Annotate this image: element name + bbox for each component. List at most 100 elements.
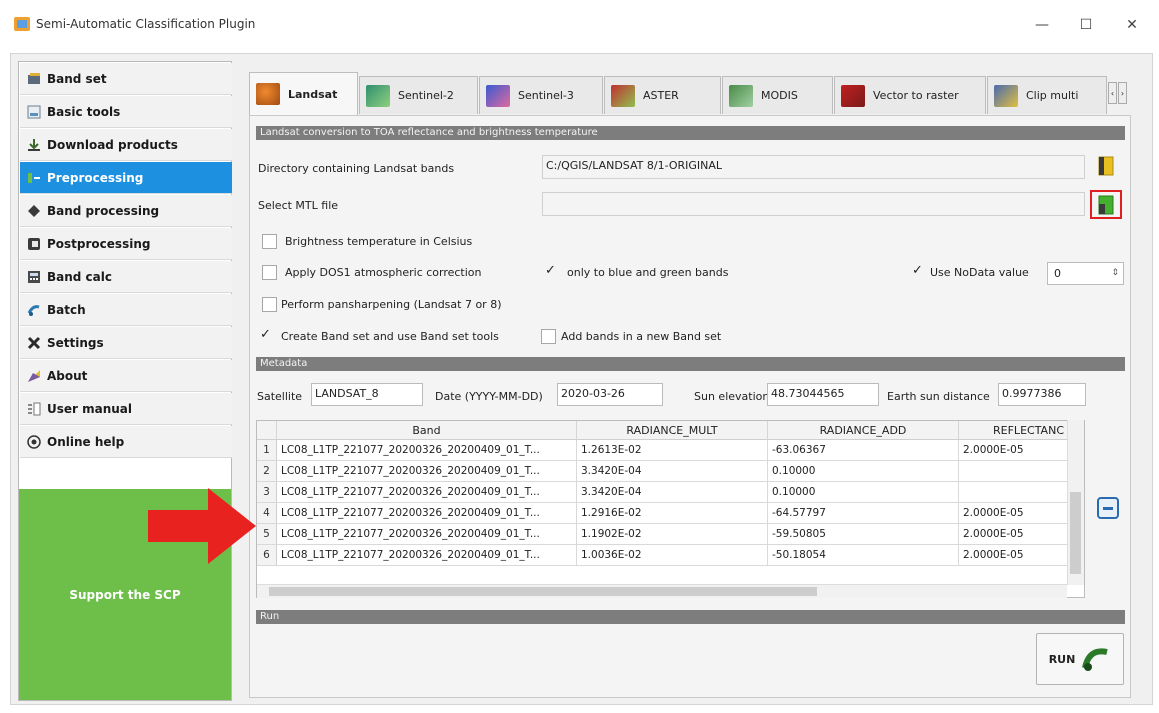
cell-radiance-add[interactable]: 0.10000 xyxy=(768,461,959,481)
cell-radiance-mult[interactable]: 1.2916E-02 xyxy=(577,503,768,523)
cell-reflectance[interactable]: 2.0000E-05 xyxy=(959,545,1069,565)
preprocessing-icon xyxy=(27,171,41,185)
table-row[interactable]: 6 LC08_L1TP_221077_20200326_20200409_01_… xyxy=(257,545,1069,566)
nodata-checkbox[interactable]: ✓ xyxy=(910,264,925,279)
row-number: 5 xyxy=(257,524,277,544)
create-bandset-checkbox[interactable]: ✓ xyxy=(258,328,273,343)
run-button[interactable]: RUN xyxy=(1036,633,1124,685)
close-button[interactable]: ✕ xyxy=(1112,10,1152,40)
modis-icon xyxy=(729,84,753,107)
cell-band[interactable]: LC08_L1TP_221077_20200326_20200409_01_T.… xyxy=(277,545,577,565)
sidebar-item-online-help[interactable]: Online help xyxy=(20,426,232,458)
table-row[interactable]: 4 LC08_L1TP_221077_20200326_20200409_01_… xyxy=(257,503,1069,524)
sidebar-item-band-set[interactable]: Band set xyxy=(20,63,232,95)
cell-radiance-mult[interactable]: 3.3420E-04 xyxy=(577,461,768,481)
open-directory-icon[interactable] xyxy=(1094,154,1118,178)
tab-scroll-right-button[interactable]: › xyxy=(1118,82,1127,104)
cell-reflectance[interactable] xyxy=(959,461,1069,481)
table-corner xyxy=(257,421,277,440)
cell-radiance-add[interactable]: -63.06367 xyxy=(768,440,959,460)
cell-radiance-add[interactable]: -64.57797 xyxy=(768,503,959,523)
cell-radiance-add[interactable]: 0.10000 xyxy=(768,482,959,502)
add-bands-checkbox[interactable] xyxy=(541,329,556,344)
column-header-band[interactable]: Band xyxy=(277,421,577,440)
sidebar-item-label: User manual xyxy=(47,401,133,416)
sidebar-item-label: Download products xyxy=(47,137,178,152)
cell-reflectance[interactable] xyxy=(959,482,1069,502)
sun-elevation-field[interactable]: 48.73044565 xyxy=(767,383,879,406)
directory-field[interactable]: C:/QGIS/LANDSAT 8/1-ORIGINAL xyxy=(542,155,1085,179)
cell-radiance-mult[interactable]: 1.1902E-02 xyxy=(577,524,768,544)
cell-band[interactable]: LC08_L1TP_221077_20200326_20200409_01_T.… xyxy=(277,524,577,544)
dos1-checkbox[interactable] xyxy=(262,265,277,280)
pansharpening-label: Perform pansharpening (Landsat 7 or 8) xyxy=(281,298,502,311)
cell-radiance-mult[interactable]: 3.3420E-04 xyxy=(577,482,768,502)
open-mtl-file-icon[interactable] xyxy=(1094,193,1118,217)
table-row[interactable]: 5 LC08_L1TP_221077_20200326_20200409_01_… xyxy=(257,524,1069,545)
cell-band[interactable]: LC08_L1TP_221077_20200326_20200409_01_T.… xyxy=(277,461,577,481)
scrollbar-thumb[interactable] xyxy=(1070,492,1081,574)
tab-clip-multiple[interactable]: Clip multiple xyxy=(987,76,1107,114)
cell-radiance-add[interactable]: -59.50805 xyxy=(768,524,959,544)
tab-scroll-left-button[interactable]: ‹ xyxy=(1108,82,1117,104)
brightness-celsius-checkbox[interactable] xyxy=(262,234,277,249)
tab-modis[interactable]: MODIS xyxy=(722,76,833,114)
cell-band[interactable]: LC08_L1TP_221077_20200326_20200409_01_T.… xyxy=(277,503,577,523)
tab-sentinel-3[interactable]: Sentinel-3 xyxy=(479,76,603,114)
pansharpening-checkbox[interactable] xyxy=(262,297,277,312)
table-row[interactable]: 3 LC08_L1TP_221077_20200326_20200409_01_… xyxy=(257,482,1069,503)
mtl-file-field[interactable] xyxy=(542,192,1085,216)
download-icon xyxy=(27,138,41,152)
nodata-value-spinbox[interactable]: 0 ⇕ xyxy=(1047,262,1124,285)
sidebar-item-user-manual[interactable]: User manual xyxy=(20,393,232,425)
tab-vector-to-raster[interactable]: Vector to raster xyxy=(834,76,986,114)
sidebar-item-about[interactable]: About xyxy=(20,360,232,392)
sidebar-item-preprocessing[interactable]: Preprocessing xyxy=(20,162,232,194)
sidebar-item-batch[interactable]: Batch xyxy=(20,294,232,326)
minimize-button[interactable]: — xyxy=(1022,10,1062,40)
sidebar-item-postprocessing[interactable]: Postprocessing xyxy=(20,228,232,260)
tab-label: Sentinel-2 xyxy=(398,89,454,102)
date-field[interactable]: 2020-03-26 xyxy=(557,383,663,406)
brightness-celsius-label: Brightness temperature in Celsius xyxy=(285,235,473,248)
remove-row-button[interactable] xyxy=(1097,497,1119,519)
tab-aster[interactable]: ASTER xyxy=(604,76,721,114)
spin-arrows-icon[interactable]: ⇕ xyxy=(1111,263,1119,284)
metadata-section-header: Metadata xyxy=(256,357,1125,371)
maximize-button[interactable]: ☐ xyxy=(1066,10,1106,40)
table-row[interactable]: 2 LC08_L1TP_221077_20200326_20200409_01_… xyxy=(257,461,1069,482)
sidebar-item-band-processing[interactable]: Band processing xyxy=(20,195,232,227)
scrollbar-thumb[interactable] xyxy=(269,587,817,596)
table-horizontal-scrollbar[interactable] xyxy=(257,584,1067,598)
run-label: RUN xyxy=(1048,652,1076,666)
cell-band[interactable]: LC08_L1TP_221077_20200326_20200409_01_T.… xyxy=(277,482,577,502)
cell-reflectance[interactable]: 2.0000E-05 xyxy=(959,440,1069,460)
dos1-label: Apply DOS1 atmospheric correction xyxy=(285,266,482,279)
tab-landsat[interactable]: Landsat xyxy=(249,72,358,115)
support-label: Support the SCP xyxy=(69,587,181,602)
cell-radiance-mult[interactable]: 1.0036E-02 xyxy=(577,545,768,565)
cell-band[interactable]: LC08_L1TP_221077_20200326_20200409_01_T.… xyxy=(277,440,577,460)
column-header-reflectance[interactable]: REFLECTANC xyxy=(959,421,1069,440)
sidebar-item-band-calc[interactable]: Band calc xyxy=(20,261,232,293)
column-header-radiance-mult[interactable]: RADIANCE_MULT xyxy=(577,421,768,440)
satellite-field[interactable]: LANDSAT_8 xyxy=(311,383,423,406)
cell-radiance-add[interactable]: -50.18054 xyxy=(768,545,959,565)
metadata-table[interactable]: Band RADIANCE_MULT RADIANCE_ADD REFLECTA… xyxy=(256,420,1085,598)
band-set-icon xyxy=(27,72,41,86)
sidebar-item-download-products[interactable]: Download products xyxy=(20,129,232,161)
sentinel-3-icon xyxy=(486,84,510,107)
earth-sun-distance-field[interactable]: 0.9977386 xyxy=(998,383,1086,406)
column-header-radiance-add[interactable]: RADIANCE_ADD xyxy=(768,421,959,440)
clip-multiple-icon xyxy=(994,84,1018,107)
cell-radiance-mult[interactable]: 1.2613E-02 xyxy=(577,440,768,460)
sidebar-item-settings[interactable]: Settings xyxy=(20,327,232,359)
blue-green-checkbox[interactable]: ✓ xyxy=(543,264,558,279)
cell-reflectance[interactable]: 2.0000E-05 xyxy=(959,503,1069,523)
tab-sentinel-2[interactable]: Sentinel-2 xyxy=(359,76,478,114)
calculator-icon xyxy=(27,270,41,284)
table-row[interactable]: 1 LC08_L1TP_221077_20200326_20200409_01_… xyxy=(257,440,1069,461)
table-vertical-scrollbar[interactable] xyxy=(1067,420,1084,585)
sidebar-item-basic-tools[interactable]: Basic tools xyxy=(20,96,232,128)
cell-reflectance[interactable]: 2.0000E-05 xyxy=(959,524,1069,544)
